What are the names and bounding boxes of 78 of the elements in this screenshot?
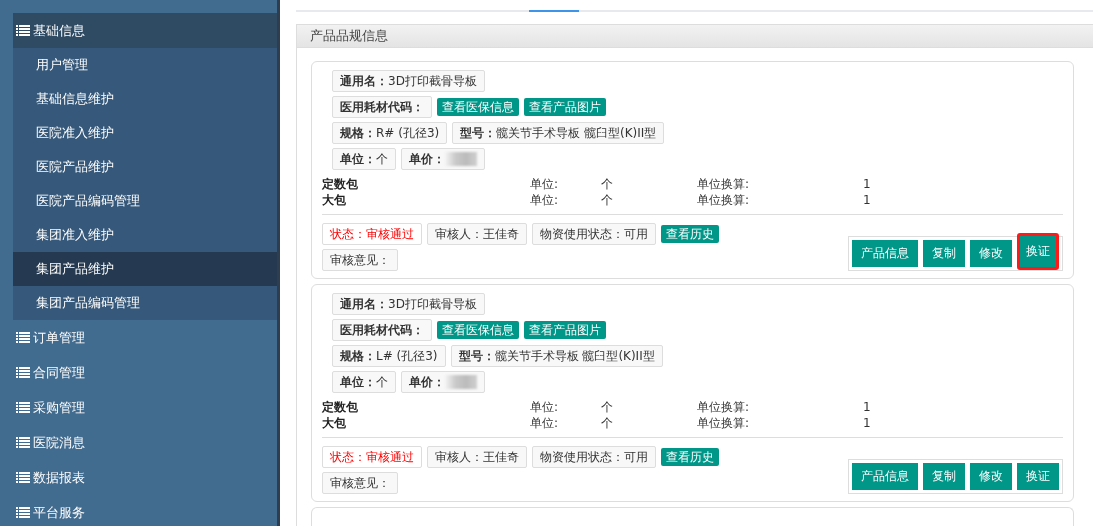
unit-label: 单位: — [530, 399, 560, 415]
info-field: 通用名：3D打印截骨导板 — [332, 70, 485, 92]
info-field: 审核意见： — [322, 249, 398, 271]
list-icon — [16, 332, 30, 343]
menu-item[interactable]: 集团准入维护 — [13, 218, 277, 252]
menu-item[interactable]: 用户管理 — [13, 48, 277, 82]
conversion-label: 单位换算: — [697, 399, 751, 415]
info-field: 单价： — [401, 148, 485, 170]
info-field: 审核人：王佳奇 — [427, 223, 527, 245]
action-button[interactable]: 产品信息 — [852, 240, 918, 267]
action-button[interactable]: 复制 — [923, 240, 965, 267]
list-icon — [16, 507, 30, 518]
action-button[interactable]: 修改 — [970, 463, 1012, 490]
list-icon — [16, 437, 30, 448]
conversion-value: 1 — [863, 399, 872, 415]
menu-item[interactable]: 集团产品维护 — [13, 252, 277, 286]
info-field: 医用耗材代码： — [332, 96, 432, 118]
info-field: 医用耗材代码： — [332, 319, 432, 341]
info-field: 审核人：王佳奇 — [427, 446, 527, 468]
info-field: 规格：L# (孔径3) — [332, 345, 446, 367]
package-name: 大包 — [322, 415, 347, 431]
conversion-label: 单位换算: — [697, 192, 751, 208]
menu-group[interactable]: 医院消息 — [13, 425, 277, 460]
action-button[interactable]: 换证 — [1017, 463, 1059, 490]
unit-value: 个 — [601, 399, 614, 415]
menu-item[interactable]: 医院准入维护 — [13, 116, 277, 150]
list-icon — [16, 367, 30, 378]
info-field: 单位：个 — [332, 371, 396, 393]
info-field: 型号：髋关节手术导板 髋臼型(K)II型 — [452, 122, 665, 144]
unit-value: 个 — [601, 176, 614, 192]
view-button[interactable]: 查看产品图片 — [524, 321, 606, 339]
conversion-value: 1 — [863, 415, 872, 431]
info-field: 单价： — [401, 371, 485, 393]
status-label: 状态：审核通过 — [322, 446, 422, 468]
highlighted-action-button[interactable]: 换证 — [1017, 233, 1059, 270]
unit-value: 个 — [601, 192, 614, 208]
action-button[interactable]: 修改 — [970, 240, 1012, 267]
conversion-value: 1 — [863, 176, 872, 192]
info-field: 规格：R# (孔径3) — [332, 122, 448, 144]
action-button[interactable]: 产品信息 — [852, 463, 918, 490]
unit-label: 单位: — [530, 192, 560, 208]
info-field: 单位：个 — [332, 148, 396, 170]
menu-item[interactable]: 基础信息维护 — [13, 82, 277, 116]
package-name: 大包 — [322, 192, 347, 208]
view-button[interactable]: 查看产品图片 — [524, 98, 606, 116]
panel-title: 产品品规信息 — [297, 25, 1093, 48]
menu-item[interactable]: 集团产品编码管理 — [13, 286, 277, 320]
menu-group[interactable]: 数据报表 — [13, 460, 277, 495]
menu-item[interactable]: 医院产品维护 — [13, 150, 277, 184]
view-button[interactable]: 查看医保信息 — [437, 321, 519, 339]
menu-group[interactable]: 订单管理 — [13, 320, 277, 355]
menu-group[interactable]: 采购管理 — [13, 390, 277, 425]
list-icon — [16, 25, 30, 36]
info-field: 物资使用状态：可用 — [532, 446, 656, 468]
info-field: 通用名：3D打印截骨导板 — [332, 293, 485, 315]
list-icon — [16, 402, 30, 413]
info-field: 物资使用状态：可用 — [532, 223, 656, 245]
menu-item[interactable]: 医院产品编码管理 — [13, 184, 277, 218]
menu-group[interactable]: 基础信息 — [13, 13, 277, 48]
info-field: 型号：髋关节手术导板 髋臼型(K)II型 — [450, 345, 663, 367]
view-button[interactable]: 查看历史 — [661, 225, 719, 243]
package-name: 定数包 — [322, 176, 359, 192]
conversion-value: 1 — [863, 192, 872, 208]
unit-value: 个 — [601, 415, 614, 431]
action-button[interactable]: 复制 — [923, 463, 965, 490]
menu-group[interactable]: 平台服务 — [13, 495, 277, 526]
list-icon — [16, 472, 30, 483]
view-button[interactable]: 查看历史 — [661, 448, 719, 466]
tab-indicator — [529, 10, 579, 12]
status-label: 状态：审核通过 — [322, 223, 422, 245]
conversion-label: 单位换算: — [697, 176, 751, 192]
unit-label: 单位: — [530, 415, 560, 431]
package-name: 定数包 — [322, 399, 359, 415]
conversion-label: 单位换算: — [697, 415, 751, 431]
unit-label: 单位: — [530, 176, 560, 192]
info-field: 审核意见： — [322, 472, 398, 494]
menu-group[interactable]: 合同管理 — [13, 355, 277, 390]
view-button[interactable]: 查看医保信息 — [437, 98, 519, 116]
